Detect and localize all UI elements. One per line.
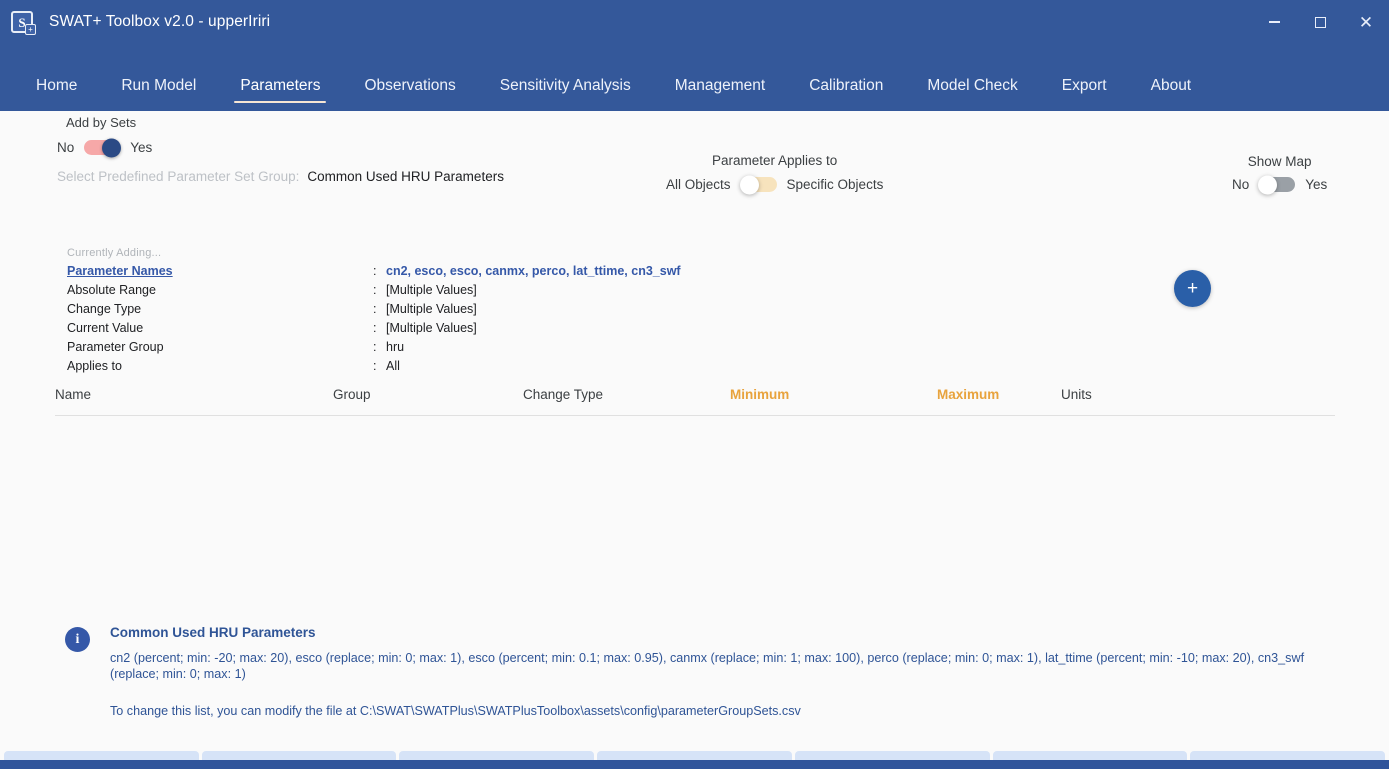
- minimize-button[interactable]: [1251, 0, 1297, 44]
- column-header-change-type[interactable]: Change Type: [523, 387, 730, 402]
- tab-sensitivity-analysis[interactable]: Sensitivity Analysis: [478, 77, 653, 111]
- applies-to-toggle-knob: [739, 175, 759, 194]
- close-button[interactable]: ✕: [1343, 0, 1389, 44]
- title-bar: S + SWAT+ Toolbox v2.0 - upperIriri ✕: [0, 0, 1389, 44]
- column-header-name[interactable]: Name: [55, 387, 333, 402]
- currently-adding-row-applies-to: Applies to : All: [67, 359, 681, 374]
- currently-adding-row-absolute-range: Absolute Range : [Multiple Values]: [67, 283, 681, 298]
- minimize-icon: [1268, 21, 1280, 23]
- show-map-toggle[interactable]: [1258, 175, 1296, 194]
- row-key: Change Type: [67, 302, 142, 316]
- tab-model-check[interactable]: Model Check: [905, 77, 1039, 111]
- row-value: All: [386, 359, 400, 373]
- tab-management[interactable]: Management: [653, 77, 787, 111]
- tab-parameters[interactable]: Parameters: [218, 77, 342, 111]
- currently-adding-panel: Currently Adding... Parameter Names : cn…: [67, 247, 681, 374]
- parameter-applies-to-group: Parameter Applies to All Objects Specifi…: [666, 153, 884, 194]
- swat-plus-icon: S +: [11, 11, 36, 35]
- currently-adding-row-current-value: Current Value : [Multiple Values]: [67, 321, 681, 336]
- show-map-toggle-knob: [1258, 175, 1278, 194]
- row-key: Absolute Range: [67, 283, 156, 297]
- show-map-on-label: Yes: [1305, 177, 1328, 192]
- main-navigation: Home Run Model Parameters Observations S…: [0, 44, 1389, 111]
- row-colon: :: [373, 359, 377, 373]
- add-parameter-button[interactable]: +: [1174, 270, 1211, 307]
- show-map-label: Show Map: [1247, 154, 1312, 169]
- maximize-icon: [1314, 16, 1326, 28]
- currently-adding-row-parameter-group: Parameter Group : hru: [67, 340, 681, 355]
- tab-run-model[interactable]: Run Model: [99, 77, 218, 111]
- main-content: Add by Sets No Yes Select Predefined Par…: [0, 111, 1389, 745]
- predefined-set-row: Select Predefined Parameter Set Group: C…: [57, 169, 504, 184]
- info-panel-title: Common Used HRU Parameters: [110, 625, 316, 640]
- show-map-toggle-row: No Yes: [1232, 175, 1328, 194]
- tab-home[interactable]: Home: [14, 77, 99, 111]
- tab-observations[interactable]: Observations: [342, 77, 477, 111]
- currently-adding-row-change-type: Change Type : [Multiple Values]: [67, 302, 681, 317]
- info-panel-text: cn2 (percent; min: -20; max: 20), esco (…: [110, 651, 1305, 681]
- info-panel-body: Common Used HRU Parameters cn2 (percent;…: [110, 616, 1345, 719]
- column-header-minimum[interactable]: Minimum: [730, 387, 937, 402]
- row-colon: :: [373, 283, 377, 297]
- add-by-sets-off-label: No: [57, 140, 75, 155]
- tab-export[interactable]: Export: [1040, 77, 1129, 111]
- maximize-button[interactable]: [1297, 0, 1343, 44]
- row-key: Current Value: [67, 321, 144, 335]
- parameter-applies-to-label: Parameter Applies to: [712, 153, 838, 168]
- predefined-set-label: Select Predefined Parameter Set Group:: [57, 169, 300, 184]
- window-title: SWAT+ Toolbox v2.0 - upperIriri: [49, 13, 271, 30]
- row-value: cn2, esco, esco, canmx, perco, lat_ttime…: [386, 264, 681, 278]
- info-panel: i Common Used HRU Parameters cn2 (percen…: [65, 616, 1345, 719]
- column-header-units[interactable]: Units: [1061, 387, 1092, 402]
- tab-calibration[interactable]: Calibration: [787, 77, 905, 111]
- applies-to-on-label: Specific Objects: [786, 177, 884, 192]
- column-header-group[interactable]: Group: [333, 387, 523, 402]
- tab-about[interactable]: About: [1129, 77, 1214, 111]
- add-by-sets-on-label: Yes: [130, 140, 153, 155]
- row-key: Applies to: [67, 359, 122, 373]
- row-value: hru: [386, 340, 405, 354]
- applies-to-toggle[interactable]: [739, 175, 777, 194]
- info-panel-note: To change this list, you can modify the …: [110, 704, 801, 718]
- add-by-sets-toggle-row: No Yes: [57, 138, 153, 157]
- row-key: Parameter Group: [67, 340, 164, 354]
- add-by-sets-toggle[interactable]: [84, 138, 122, 157]
- close-icon: ✕: [1358, 12, 1374, 32]
- column-header-maximum[interactable]: Maximum: [937, 387, 1061, 402]
- parameter-applies-to-toggle-row: All Objects Specific Objects: [666, 175, 884, 194]
- row-colon: :: [373, 321, 377, 335]
- add-by-sets-toggle-knob: [102, 138, 122, 157]
- row-colon: :: [373, 302, 377, 316]
- parameter-table-header: Name Group Change Type Minimum Maximum U…: [55, 374, 1335, 416]
- row-key[interactable]: Parameter Names: [67, 264, 373, 279]
- predefined-set-value[interactable]: Common Used HRU Parameters: [307, 169, 504, 184]
- parameter-table-body: [55, 416, 1335, 616]
- window-controls: ✕: [1251, 0, 1389, 44]
- row-value: [Multiple Values]: [386, 283, 477, 297]
- show-map-group: Show Map No Yes: [1232, 154, 1328, 194]
- add-by-sets-label: Add by Sets: [66, 115, 137, 130]
- status-bar: [0, 760, 1389, 769]
- row-value: [Multiple Values]: [386, 321, 477, 335]
- row-colon: :: [373, 340, 377, 354]
- currently-adding-row-parameter-names: Parameter Names : cn2, esco, esco, canmx…: [67, 264, 681, 279]
- row-value: [Multiple Values]: [386, 302, 477, 316]
- app-icon-plus-badge: +: [25, 24, 36, 35]
- add-by-sets-group: Add by Sets No Yes: [57, 115, 153, 157]
- currently-adding-heading: Currently Adding...: [67, 247, 162, 259]
- applies-to-off-label: All Objects: [666, 177, 731, 192]
- application-window: S + SWAT+ Toolbox v2.0 - upperIriri ✕ Ho…: [0, 0, 1389, 769]
- row-colon: :: [373, 264, 377, 278]
- show-map-off-label: No: [1232, 177, 1250, 192]
- info-icon: i: [65, 627, 90, 652]
